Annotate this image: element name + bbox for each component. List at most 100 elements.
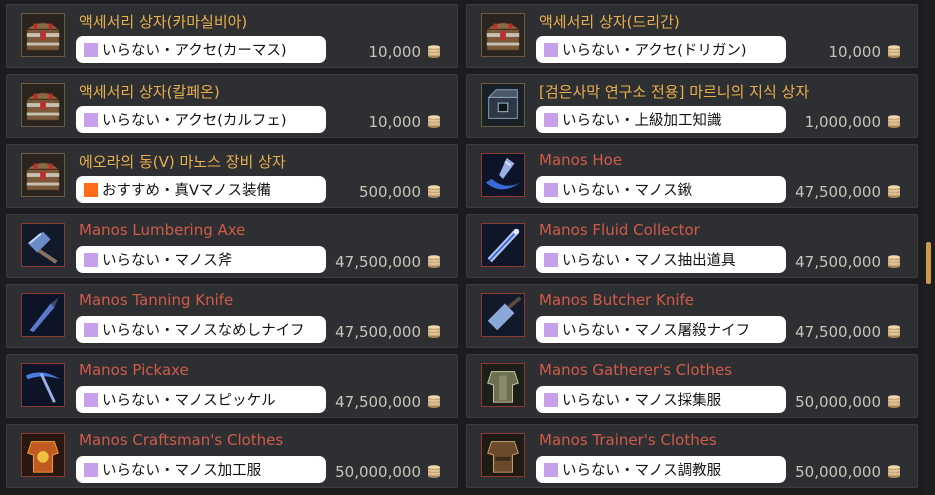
- item-price: 10,000: [829, 43, 902, 61]
- memo-tag-text: いらない・上級加工知識: [562, 113, 722, 129]
- silver-coin-icon: [887, 395, 901, 409]
- item-entry[interactable]: Manos Trainer's Clothes いらない・マノス調教服 50,000…: [466, 424, 918, 488]
- scrollbar-thumb[interactable]: [926, 242, 931, 284]
- memo-tag-text: いらない・アクセ(ドリガン): [562, 43, 747, 59]
- item-entry[interactable]: Manos Gatherer's Clothes いらない・マノス採集服 50,00…: [466, 354, 918, 418]
- item-title: Manos Craftsman's Clothes: [79, 431, 284, 449]
- memo-tag[interactable]: いらない・マノス採集服: [536, 386, 786, 413]
- silver-coin-icon: [427, 185, 441, 199]
- item-entry[interactable]: Manos Fluid Collector いらない・マノス抽出道具 47,500,…: [466, 214, 918, 278]
- memo-tag[interactable]: いらない・マノスなめしナイフ: [76, 316, 326, 343]
- memo-tag-text: いらない・マノスなめしナイフ: [102, 323, 305, 339]
- item-title: Manos Lumbering Axe: [79, 221, 246, 239]
- item-entry[interactable]: 액세서리 상자(카마실비아) いらない・アクセ(カーマス) 10,000: [6, 4, 458, 68]
- item-title: [검은사막 연구소 전용] 마르니의 지식 상자: [539, 83, 810, 101]
- trainer-clothes-icon: [481, 433, 525, 477]
- memo-tag[interactable]: いらない・マノスピッケル: [76, 386, 326, 413]
- silver-coin-icon: [887, 255, 901, 269]
- item-entry[interactable]: Manos Craftsman's Clothes いらない・マノス加工服 50,0…: [6, 424, 458, 488]
- item-entry[interactable]: 액세서리 상자(드리간) いらない・アクセ(ドリガン) 10,000: [466, 4, 918, 68]
- unneeded-square-icon: [84, 112, 98, 127]
- item-entry[interactable]: 에오라의 동(V) 마노스 장비 상자 おすすめ・真Vマノス装備 500,000: [6, 144, 458, 208]
- item-entry[interactable]: 액세서리 상자(칼페온) いらない・アクセ(カルフェ) 10,000: [6, 74, 458, 138]
- memo-tag-text: おすすめ・真Vマノス装備: [102, 183, 271, 199]
- item-title: 에오라의 동(V) 마노스 장비 상자: [79, 153, 286, 171]
- craftsman-clothes-icon: [21, 433, 65, 477]
- unneeded-square-icon: [544, 182, 558, 197]
- item-entry[interactable]: Manos Pickaxe いらない・マノスピッケル 47,500,000: [6, 354, 458, 418]
- memo-tag[interactable]: いらない・マノス鍬: [536, 176, 786, 203]
- memo-tag[interactable]: いらない・マノス調教服: [536, 456, 786, 483]
- item-price: 47,500,000: [335, 323, 441, 341]
- scrollbar[interactable]: [923, 0, 935, 495]
- price-value: 47,500,000: [335, 393, 421, 411]
- treasure-chest-icon: [481, 13, 525, 57]
- unneeded-square-icon: [84, 252, 98, 267]
- memo-tag-text: いらない・マノスピッケル: [102, 393, 276, 409]
- gatherer-clothes-icon: [481, 363, 525, 407]
- item-entry[interactable]: [검은사막 연구소 전용] 마르니의 지식 상자 いらない・上級加工知識 1,000…: [466, 74, 918, 138]
- memo-tag[interactable]: いらない・マノス屠殺ナイフ: [536, 316, 786, 343]
- silver-coin-icon: [427, 325, 441, 339]
- pickaxe-icon: [21, 363, 65, 407]
- silver-coin-icon: [427, 255, 441, 269]
- memo-tag[interactable]: いらない・マノス斧: [76, 246, 326, 273]
- item-title: Manos Fluid Collector: [539, 221, 700, 239]
- memo-tag-text: いらない・マノス屠殺ナイフ: [562, 323, 751, 339]
- memo-tag-text: いらない・マノス加工服: [102, 463, 262, 479]
- butcher-knife-icon: [481, 293, 525, 337]
- memo-tag[interactable]: いらない・マノス抽出道具: [536, 246, 786, 273]
- item-price: 50,000,000: [795, 393, 901, 411]
- silver-coin-icon: [887, 185, 901, 199]
- silver-coin-icon: [887, 325, 901, 339]
- price-value: 50,000,000: [795, 463, 881, 481]
- price-value: 47,500,000: [795, 253, 881, 271]
- memo-tag[interactable]: いらない・マノス加工服: [76, 456, 326, 483]
- unneeded-square-icon: [84, 42, 98, 57]
- memo-tag[interactable]: いらない・アクセ(ドリガン): [536, 36, 786, 63]
- item-title: Manos Trainer's Clothes: [539, 431, 717, 449]
- price-value: 1,000,000: [804, 113, 881, 131]
- price-value: 10,000: [368, 113, 422, 131]
- price-value: 500,000: [358, 183, 421, 201]
- item-price: 500,000: [359, 183, 441, 201]
- silver-coin-icon: [427, 465, 441, 479]
- unneeded-square-icon: [544, 42, 558, 57]
- item-price: 47,500,000: [335, 253, 441, 271]
- item-entry[interactable]: Manos Butcher Knife いらない・マノス屠殺ナイフ 47,500,0…: [466, 284, 918, 348]
- item-title: Manos Hoe: [539, 151, 623, 169]
- treasure-chest-icon: [21, 13, 65, 57]
- silver-coin-icon: [887, 45, 901, 59]
- item-title: Manos Butcher Knife: [539, 291, 695, 309]
- item-grid: 액세서리 상자(카마실비아) いらない・アクセ(カーマス) 10,000 액세서리 상…: [6, 4, 920, 488]
- price-value: 10,000: [828, 43, 882, 61]
- unneeded-square-icon: [544, 252, 558, 267]
- item-price: 1,000,000: [805, 113, 901, 131]
- item-entry[interactable]: Manos Lumbering Axe いらない・マノス斧 47,500,000: [6, 214, 458, 278]
- unneeded-square-icon: [544, 112, 558, 127]
- item-entry[interactable]: Manos Hoe いらない・マノス鍬 47,500,000: [466, 144, 918, 208]
- recommend-square-icon: [84, 182, 98, 197]
- treasure-chest-icon: [21, 83, 65, 127]
- item-title: 액세서리 상자(칼페온): [79, 83, 220, 101]
- unneeded-square-icon: [544, 322, 558, 337]
- memo-tag[interactable]: いらない・上級加工知識: [536, 106, 786, 133]
- silver-coin-icon: [887, 465, 901, 479]
- memo-tag-text: いらない・マノス採集服: [562, 393, 722, 409]
- price-value: 47,500,000: [795, 183, 881, 201]
- item-title: 액세서리 상자(드리간): [539, 13, 680, 31]
- item-title: Manos Tanning Knife: [79, 291, 234, 309]
- item-entry[interactable]: Manos Tanning Knife いらない・マノスなめしナイフ 47,500,…: [6, 284, 458, 348]
- memo-tag[interactable]: いらない・アクセ(カーマス): [76, 36, 326, 63]
- unneeded-square-icon: [544, 392, 558, 407]
- memo-tag[interactable]: おすすめ・真Vマノス装備: [76, 176, 326, 203]
- unneeded-square-icon: [84, 392, 98, 407]
- treasure-chest-icon: [21, 153, 65, 197]
- price-value: 47,500,000: [335, 323, 421, 341]
- item-price: 47,500,000: [795, 323, 901, 341]
- item-price: 10,000: [369, 43, 442, 61]
- memo-tag[interactable]: いらない・アクセ(カルフェ): [76, 106, 326, 133]
- item-price: 50,000,000: [335, 463, 441, 481]
- item-title: Manos Gatherer's Clothes: [539, 361, 733, 379]
- item-price: 47,500,000: [795, 183, 901, 201]
